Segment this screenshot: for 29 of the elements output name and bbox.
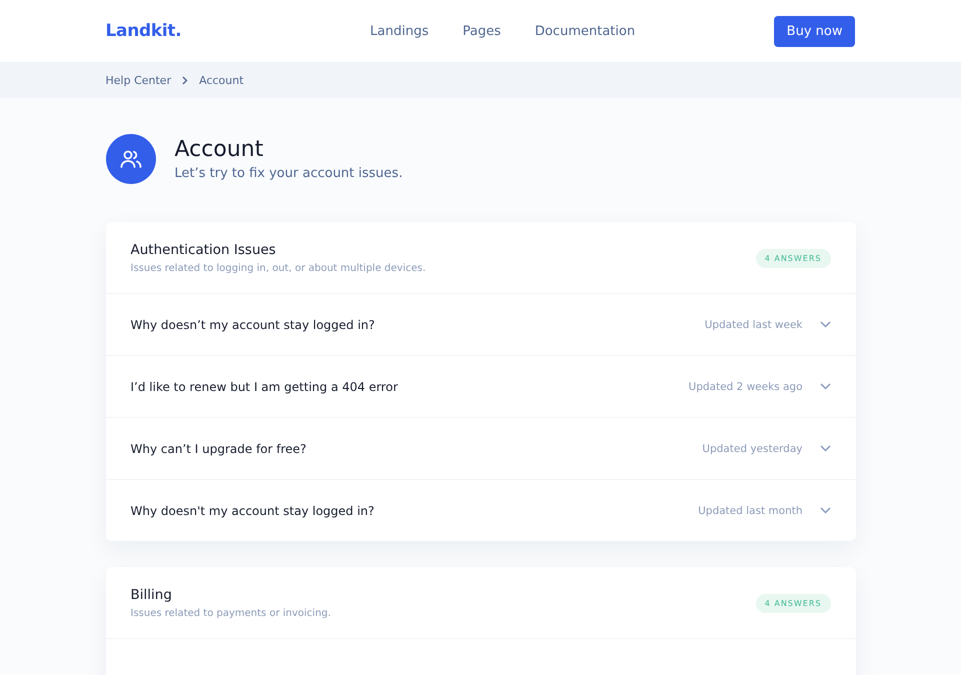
section-description: Issues related to logging in, out, or about multiple devices. [130,263,426,274]
updated-text: Updated last month [698,504,802,516]
section-description: Issues related to payments or invoicing. [130,608,331,619]
updated-text: Updated 2 weeks ago [688,380,802,392]
chevron-down-icon[interactable] [820,383,830,390]
chevron-down-icon[interactable] [820,507,830,514]
breadcrumb-link[interactable]: Account [199,74,244,86]
users-icon [106,134,156,184]
answers-badge: 4 ANSWERS [756,248,830,268]
chevron-down-icon[interactable] [820,321,830,328]
chevron-right-icon [182,76,188,84]
nav-link[interactable]: Pages [462,24,501,38]
brand-logo[interactable]: Landkit. [106,21,182,41]
section-title: Authentication Issues [130,242,277,258]
question-link[interactable]: Why doesn't my account stay logged in? [130,504,374,518]
chevron-down-icon[interactable] [820,445,830,452]
question-link[interactable]: Why can’t I upgrade for free? [130,442,306,456]
breadcrumb-link[interactable]: Help Center [106,74,172,86]
nav-link[interactable]: Documentation [534,24,636,38]
page-subtitle: Let’s try to fix your account issues. [174,166,403,181]
question-link[interactable]: Why doesn’t my account stay logged in? [130,318,375,332]
answers-badge: 4 ANSWERS [756,594,830,612]
updated-text: Updated last week [704,318,802,330]
section-title: Billing [130,587,173,603]
page-title: Account [174,137,264,162]
updated-text: Updated yesterday [702,442,802,454]
nav-link[interactable]: Landings [370,24,429,38]
buy-button[interactable]: Buy now [774,16,856,46]
question-link[interactable]: I’d like to renew but I am getting a 404 error [130,380,398,394]
